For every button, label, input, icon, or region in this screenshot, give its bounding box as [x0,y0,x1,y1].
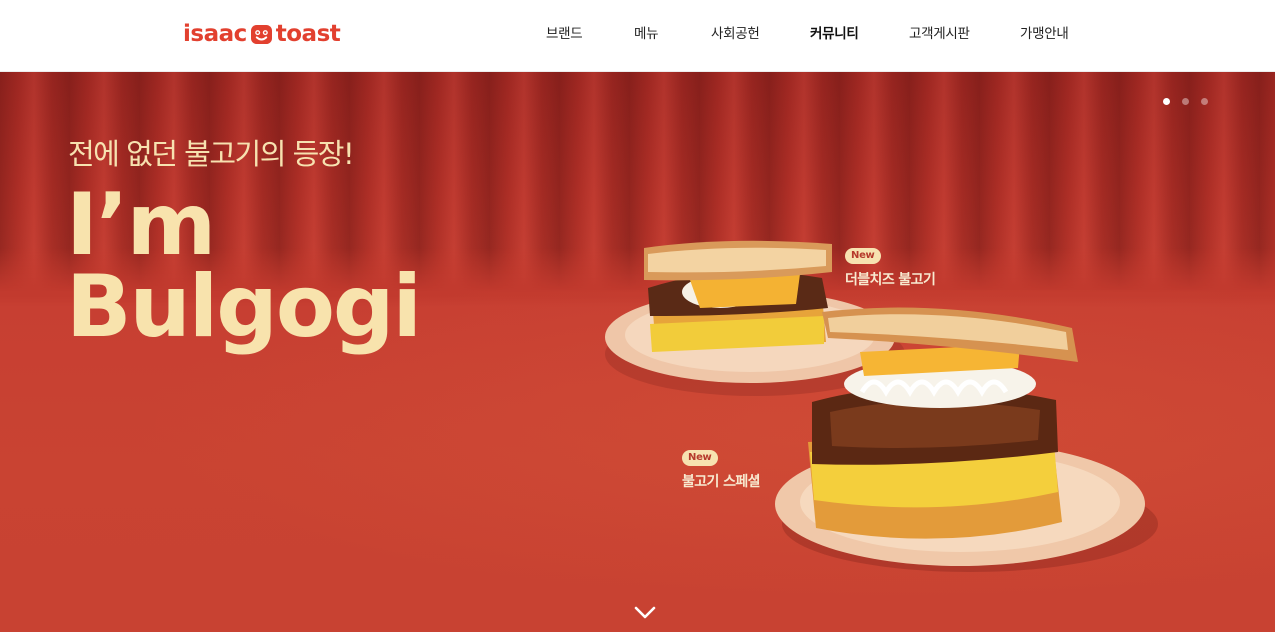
product-label-bulgogi-special: 불고기 스페셜 [682,474,761,490]
toast-illustration: New 더블치즈 불고기 New 불고기 스페셜 [600,232,1180,612]
hero-subtitle: 전에 없던 불고기의 등장! [68,137,355,171]
hero-title-line2: Bulgogi [66,257,422,357]
slide-indicator [1163,98,1208,105]
chevron-down-icon[interactable] [634,606,656,620]
new-badge-bulgogi-special: New [682,450,718,466]
nav-item-social[interactable]: 사회공헌 [711,24,760,44]
new-badge-double-cheese: New [845,248,881,264]
hero-title: I’m Bulgogi [66,175,422,357]
slide-dot-2[interactable] [1182,98,1189,105]
hero-banner: 전에 없던 불고기의 등장! I’m Bulgogi New 더블치즈 불고기 … [0,72,1275,632]
nav-item-brand[interactable]: 브랜드 [546,24,583,44]
slide-dot-1[interactable] [1163,98,1170,105]
main-nav: 브랜드 메뉴 사회공헌 커뮤니티 고객게시판 가맹안내 [0,0,1275,72]
hero-title-line1: I’m [66,175,216,275]
nav-item-menu[interactable]: 메뉴 [634,24,659,44]
nav-item-franchise[interactable]: 가맹안내 [1020,24,1069,44]
slide-dot-3[interactable] [1201,98,1208,105]
nav-item-customer-board[interactable]: 고객게시판 [909,24,970,44]
nav-item-community[interactable]: 커뮤니티 [810,24,859,44]
product-label-double-cheese: 더블치즈 불고기 [845,272,936,288]
sandwich-image [605,240,1158,572]
site-header: isaac toast 브랜드 메뉴 사회공헌 커뮤니티 고객게시판 가맹안내 [0,0,1275,72]
